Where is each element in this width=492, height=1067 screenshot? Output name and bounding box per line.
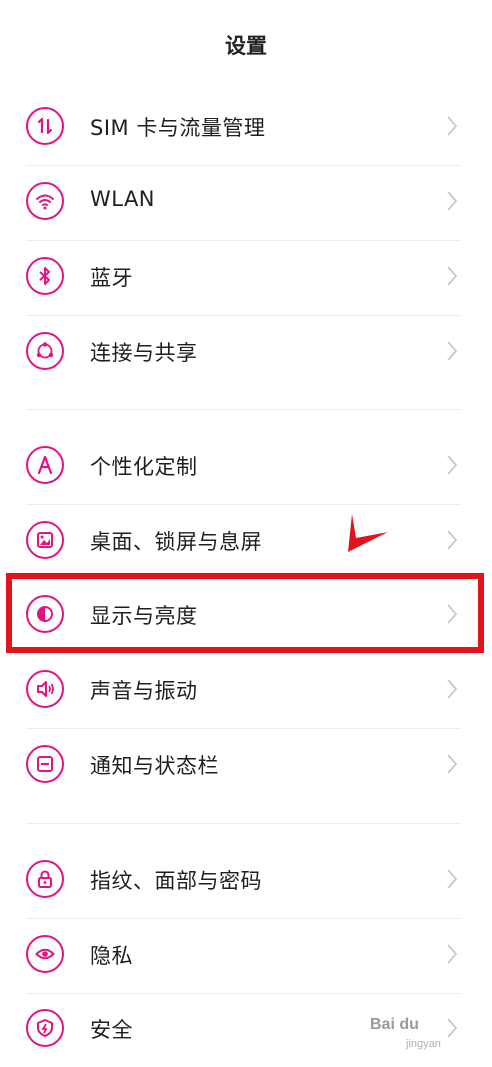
settings-item-sim[interactable]: SIM 卡与流量管理 xyxy=(0,91,492,165)
sim-data-icon xyxy=(26,107,64,145)
pointer-arrow-icon xyxy=(348,514,388,552)
personalize-icon xyxy=(26,446,64,484)
settings-item-personalize[interactable]: 个性化定制 xyxy=(0,430,492,504)
settings-item-label: WLAN xyxy=(90,187,156,211)
highlight-box xyxy=(6,573,484,653)
watermark-logo: Bai du xyxy=(370,1016,419,1033)
settings-item-label: 声音与振动 xyxy=(90,679,198,703)
privacy-eye-icon xyxy=(26,935,64,973)
notification-icon xyxy=(26,745,64,783)
share-icon xyxy=(26,332,64,370)
chevron-right-icon xyxy=(447,455,458,475)
chevron-right-icon xyxy=(447,754,458,774)
chevron-right-icon xyxy=(447,341,458,361)
settings-item-fingerprint-face-password[interactable]: 指纹、面部与密码 xyxy=(0,844,492,918)
settings-item-label: 个性化定制 xyxy=(90,455,198,479)
watermark-subtext: jingyan xyxy=(406,1038,441,1050)
bluetooth-icon xyxy=(26,257,64,295)
settings-item-connection-sharing[interactable]: 连接与共享 xyxy=(0,316,492,390)
chevron-right-icon xyxy=(447,944,458,964)
shield-icon xyxy=(26,1009,64,1047)
group-divider xyxy=(26,409,460,410)
group-divider xyxy=(26,823,460,824)
settings-item-desktop-lockscreen[interactable]: 桌面、锁屏与息屏 xyxy=(0,505,492,579)
settings-item-notification-statusbar[interactable]: 通知与状态栏 xyxy=(0,729,492,803)
settings-item-bluetooth[interactable]: 蓝牙 xyxy=(0,241,492,315)
chevron-right-icon xyxy=(447,530,458,550)
settings-item-label: 连接与共享 xyxy=(90,341,198,365)
wallpaper-icon xyxy=(26,521,64,559)
chevron-right-icon xyxy=(447,679,458,699)
settings-item-label: 指纹、面部与密码 xyxy=(90,869,262,893)
settings-item-label: SIM 卡与流量管理 xyxy=(90,116,266,140)
settings-item-privacy[interactable]: 隐私 xyxy=(0,919,492,993)
settings-item-label: 通知与状态栏 xyxy=(90,754,219,778)
settings-item-label: 蓝牙 xyxy=(90,266,133,290)
lock-icon xyxy=(26,860,64,898)
sound-icon xyxy=(26,670,64,708)
settings-item-label: 安全 xyxy=(90,1018,133,1042)
settings-item-sound-vibration[interactable]: 声音与振动 xyxy=(0,654,492,728)
chevron-right-icon xyxy=(447,116,458,136)
settings-item-label: 桌面、锁屏与息屏 xyxy=(90,530,262,554)
chevron-right-icon xyxy=(447,191,458,211)
settings-item-label: 隐私 xyxy=(90,944,133,968)
wifi-icon xyxy=(26,182,64,220)
chevron-right-icon xyxy=(447,869,458,889)
page-title: 设置 xyxy=(225,34,267,58)
watermark: Bai du jingyan xyxy=(370,1016,488,1056)
settings-item-wlan[interactable]: WLAN xyxy=(0,166,492,240)
chevron-right-icon xyxy=(447,266,458,286)
